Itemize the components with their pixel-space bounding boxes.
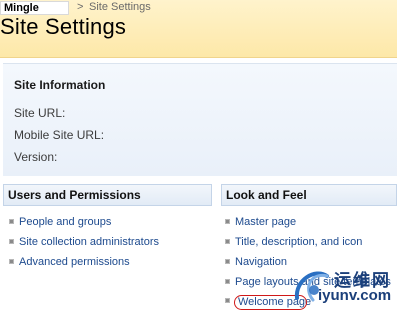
breadcrumb-separator: > [77,1,84,13]
bullet-icon [225,259,230,264]
page-header: Mingle > Site Settings Site Settings [0,0,397,58]
bullet-icon [9,219,14,224]
bullet-icon [225,239,230,244]
navigation-link[interactable]: Navigation [235,256,287,269]
bullet-icon [225,279,230,284]
site-information-panel: Site Information Site URL: Mobile Site U… [3,63,397,176]
bullet-icon [225,298,230,303]
site-information-title: Site Information [14,78,106,92]
bullet-icon [9,239,14,244]
bullet-icon [225,219,230,224]
people-and-groups-link[interactable]: People and groups [19,216,111,229]
mobile-site-url-label: Mobile Site URL: [14,128,105,142]
bullet-icon [9,259,14,264]
look-and-feel-heading: Look and Feel [221,184,397,206]
advanced-permissions-link[interactable]: Advanced permissions [19,256,130,269]
version-label: Version: [14,150,58,164]
watermark-text-en: iyunv.com [318,287,392,304]
master-page-link[interactable]: Master page [235,216,296,229]
users-and-permissions-heading: Users and Permissions [3,184,212,206]
site-collection-administrators-link[interactable]: Site collection administrators [19,236,159,249]
site-url-label: Site URL: [14,106,66,120]
page-title: Site Settings [0,14,127,39]
breadcrumb-current: Site Settings [89,1,151,13]
title-description-icon-link[interactable]: Title, description, and icon [235,236,362,249]
